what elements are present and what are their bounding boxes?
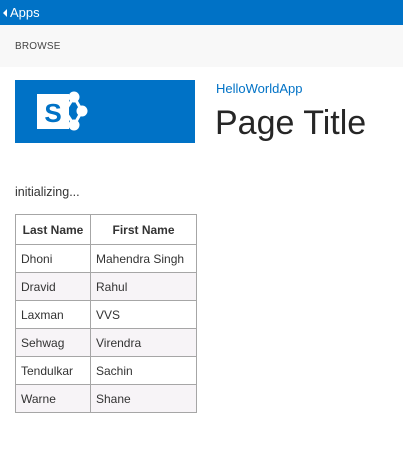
apps-label: Apps [10,5,40,20]
table-row: Tendulkar Sachin [15,356,197,385]
suite-bar: Apps [0,0,403,25]
cell-last-name: Dravid [15,272,91,301]
tab-browse[interactable]: BROWSE [15,41,61,52]
cell-first-name: Virendra [90,328,197,357]
sharepoint-logo-icon: S [37,91,88,131]
status-text: initializing... [15,185,80,199]
site-logo[interactable]: S [15,80,195,143]
cell-last-name: Laxman [15,300,91,329]
cell-first-name: VVS [90,300,197,329]
table-header-row: Last Name First Name [15,214,197,245]
cell-first-name: Mahendra Singh [90,244,197,273]
column-header-last-name: Last Name [15,214,91,245]
cell-last-name: Dhoni [15,244,91,273]
cell-last-name: Tendulkar [15,356,91,385]
cell-first-name: Shane [90,384,197,413]
table-row: Dravid Rahul [15,272,197,301]
column-header-first-name: First Name [90,214,197,245]
page-title: Page Title [215,104,367,142]
caret-left-icon [3,9,7,17]
cell-last-name: Sehwag [15,328,91,357]
logo-letter: S [44,98,61,128]
cell-last-name: Warne [15,384,91,413]
cell-first-name: Rahul [90,272,197,301]
ribbon: BROWSE [0,25,403,67]
table-row: Laxman VVS [15,300,197,329]
apps-back-link[interactable]: Apps [0,5,40,20]
cell-first-name: Sachin [90,356,197,385]
names-table: Last Name First Name Dhoni Mahendra Sing… [15,214,197,413]
site-title-link[interactable]: HelloWorldApp [216,81,302,96]
table-row: Sehwag Virendra [15,328,197,357]
table-row: Dhoni Mahendra Singh [15,244,197,273]
table-row: Warne Shane [15,384,197,413]
